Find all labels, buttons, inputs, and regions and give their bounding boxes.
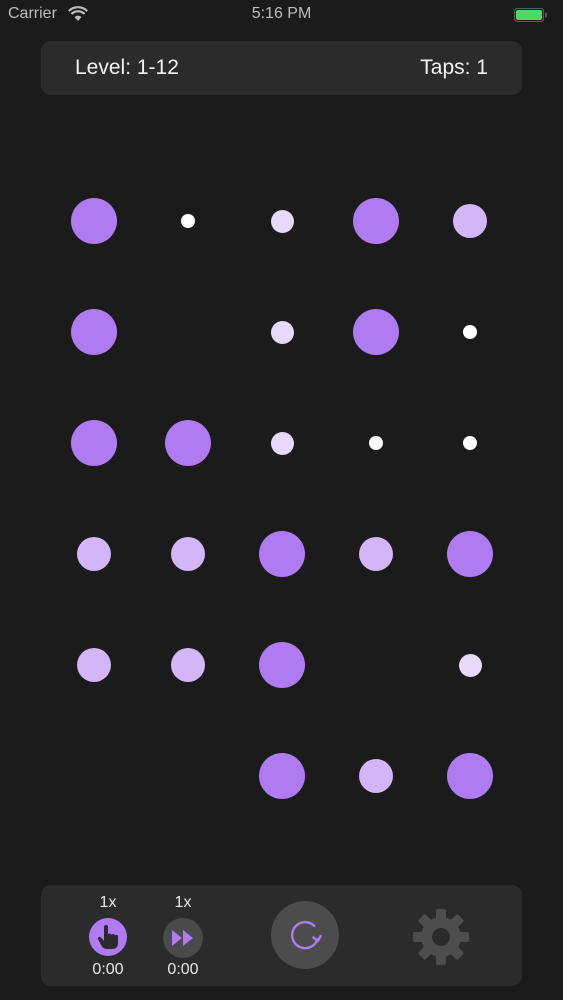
fast-forward-icon	[163, 918, 203, 958]
dot-large[interactable]	[353, 309, 399, 355]
dot-medium[interactable]	[171, 537, 205, 571]
dot-large[interactable]	[71, 198, 117, 244]
dot-small[interactable]	[270, 320, 294, 344]
dot-medium[interactable]	[359, 537, 393, 571]
dot-large[interactable]	[165, 420, 211, 466]
dot-large[interactable]	[259, 753, 305, 799]
dot-medium[interactable]	[359, 759, 393, 793]
game-screen: Carrier 5:16 PM Level: 1-12 Taps: 1 1x 0…	[0, 0, 563, 1000]
dot-small[interactable]	[270, 209, 294, 233]
tap-time-label: 0:00	[92, 961, 124, 978]
dot-large[interactable]	[259, 531, 305, 577]
taps-counter: Taps: 1	[420, 56, 488, 79]
tap-multiplier-label: 1x	[99, 894, 117, 911]
status-bar: Carrier 5:16 PM	[0, 0, 563, 30]
dot-tiny[interactable]	[369, 436, 383, 450]
restart-button[interactable]	[271, 901, 339, 969]
hand-pointer-icon	[89, 918, 127, 956]
dot-medium[interactable]	[453, 204, 487, 238]
dot-tiny[interactable]	[463, 325, 477, 339]
tap-button[interactable]	[89, 918, 127, 956]
fast-forward-time-label: 0:00	[167, 961, 199, 978]
status-time: 5:16 PM	[251, 5, 312, 22]
dot-small[interactable]	[270, 431, 294, 455]
gear-icon	[405, 901, 477, 973]
game-board	[0, 0, 563, 1000]
dot-large[interactable]	[447, 531, 493, 577]
dot-large[interactable]	[71, 420, 117, 466]
dot-large[interactable]	[71, 309, 117, 355]
battery-icon	[514, 8, 548, 22]
dot-large[interactable]	[259, 642, 305, 688]
dot-large[interactable]	[447, 753, 493, 799]
dot-tiny[interactable]	[463, 436, 477, 450]
dot-large[interactable]	[353, 198, 399, 244]
control-bar: 1x 0:00 1x 0:00	[41, 885, 522, 986]
dot-medium[interactable]	[77, 648, 111, 682]
dot-small[interactable]	[458, 653, 482, 677]
restart-icon	[271, 901, 339, 969]
dot-tiny[interactable]	[181, 214, 195, 228]
level-panel: Level: 1-12 Taps: 1	[41, 41, 522, 95]
dot-medium[interactable]	[77, 537, 111, 571]
level-label: Level: 1-12	[75, 56, 179, 79]
dot-medium[interactable]	[171, 648, 205, 682]
settings-button[interactable]	[405, 901, 477, 973]
fast-forward-multiplier-label: 1x	[174, 894, 192, 911]
fast-forward-button[interactable]	[163, 918, 203, 958]
